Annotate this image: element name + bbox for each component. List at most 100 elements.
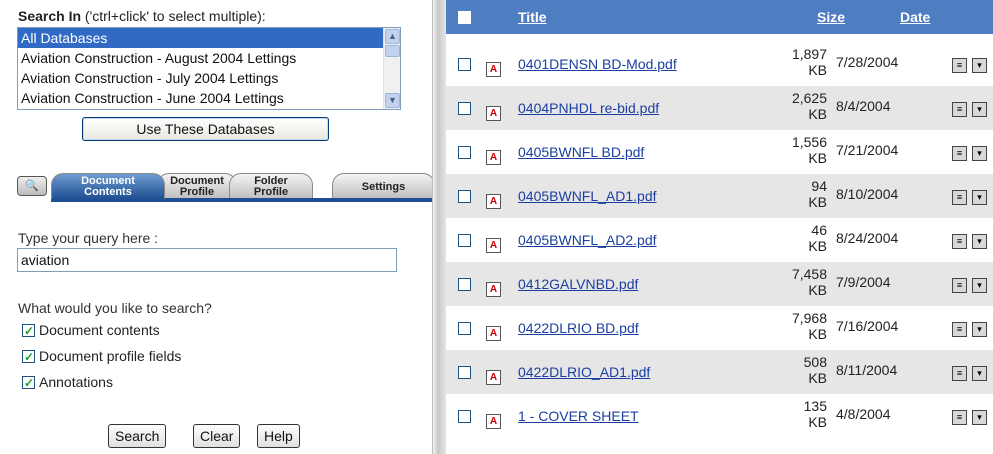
- row-checkbox[interactable]: [458, 366, 471, 379]
- pdf-file-icon: A: [486, 326, 501, 341]
- row-checkbox[interactable]: [458, 58, 471, 71]
- download-icon[interactable]: ▾: [972, 102, 987, 117]
- download-icon[interactable]: ▾: [972, 322, 987, 337]
- download-icon[interactable]: ▾: [972, 234, 987, 249]
- tab-document-contents[interactable]: Document Contents: [51, 173, 165, 199]
- download-icon[interactable]: ▾: [972, 410, 987, 425]
- option-label: Annotations: [39, 374, 113, 390]
- checkbox-checked[interactable]: [22, 348, 35, 366]
- file-link[interactable]: 0412GALVNBD.pdf: [518, 276, 638, 292]
- tab-label: Settings: [361, 181, 406, 193]
- view-properties-icon[interactable]: ≡: [952, 234, 967, 249]
- pdf-file-icon: A: [486, 238, 501, 253]
- row-checkbox[interactable]: [458, 146, 471, 159]
- file-link[interactable]: 0422DLRIO BD.pdf: [518, 320, 639, 336]
- tab-document-profile[interactable]: Document Profile: [157, 173, 237, 199]
- view-properties-icon[interactable]: ≡: [952, 366, 967, 381]
- tab-folder-profile[interactable]: Folder Profile: [229, 173, 313, 199]
- results-header: Title Size Date: [446, 0, 993, 34]
- size-value: 1,897: [791, 46, 827, 62]
- file-date: 8/10/2004: [836, 186, 899, 202]
- size-value: 2,625: [791, 90, 827, 106]
- size-unit: KB: [808, 282, 827, 298]
- option-document-profile-fields[interactable]: Document profile fields: [22, 347, 182, 366]
- database-option[interactable]: Aviation Construction - August 2004 Lett…: [18, 48, 384, 68]
- file-size: 508 KB: [777, 354, 827, 386]
- size-unit: KB: [808, 106, 827, 122]
- use-these-databases-button[interactable]: Use These Databases: [82, 117, 329, 141]
- clear-button[interactable]: Clear: [193, 424, 241, 448]
- query-input[interactable]: [17, 248, 397, 272]
- search-in-label: Search In ('ctrl+click' to select multip…: [18, 8, 266, 24]
- column-date[interactable]: Date: [900, 9, 930, 25]
- result-row: A 0404PNHDL re-bid.pdf 2,625 KB 8/4/2004 …: [446, 86, 993, 130]
- size-value: 46: [811, 222, 827, 238]
- size-unit: KB: [808, 370, 827, 386]
- option-document-contents[interactable]: Document contents: [22, 321, 160, 340]
- select-all-checkbox[interactable]: [458, 11, 471, 24]
- database-option[interactable]: Aviation Construction - June 2004 Lettin…: [18, 88, 384, 108]
- row-checkbox[interactable]: [458, 234, 471, 247]
- scroll-down-icon[interactable]: ▼: [385, 93, 400, 108]
- scroll-thumb[interactable]: [385, 45, 400, 57]
- help-button[interactable]: Help: [257, 424, 300, 448]
- document-file-icon: A: [486, 414, 501, 429]
- size-value: 7,968: [791, 310, 827, 326]
- download-icon[interactable]: ▾: [972, 190, 987, 205]
- row-checkbox[interactable]: [458, 410, 471, 423]
- checkbox-checked[interactable]: [22, 322, 35, 340]
- size-unit: KB: [808, 150, 827, 166]
- file-link[interactable]: 0422DLRIO_AD1.pdf: [518, 364, 650, 380]
- download-icon[interactable]: ▾: [972, 58, 987, 73]
- row-checkbox[interactable]: [458, 322, 471, 335]
- file-date: 7/28/2004: [836, 54, 899, 70]
- file-date: 8/4/2004: [836, 98, 891, 114]
- query-label: Type your query here :: [18, 230, 159, 246]
- view-properties-icon[interactable]: ≡: [952, 278, 967, 293]
- tab-label: Profile: [253, 186, 289, 198]
- search-button[interactable]: Search: [108, 424, 167, 448]
- file-link[interactable]: 0405BWNFL_AD2.pdf: [518, 232, 657, 248]
- file-link[interactable]: 0405BWNFL_AD1.pdf: [518, 188, 657, 204]
- binoculars-icon[interactable]: 🔍: [17, 176, 47, 196]
- row-checkbox[interactable]: [458, 190, 471, 203]
- pdf-file-icon: A: [486, 194, 501, 209]
- view-properties-icon[interactable]: ≡: [952, 146, 967, 161]
- pdf-file-icon: A: [486, 106, 501, 121]
- size-value: 135: [803, 398, 827, 414]
- view-properties-icon[interactable]: ≡: [952, 58, 967, 73]
- file-date: 7/21/2004: [836, 142, 899, 158]
- database-scrollbar[interactable]: ▲ ▼: [383, 28, 400, 109]
- size-value: 94: [811, 178, 827, 194]
- size-value: 508: [803, 354, 827, 370]
- size-unit: KB: [808, 326, 827, 342]
- file-link[interactable]: 0401DENSN BD-Mod.pdf: [518, 56, 677, 72]
- file-link[interactable]: 0405BWNFL BD.pdf: [518, 144, 644, 160]
- view-properties-icon[interactable]: ≡: [952, 190, 967, 205]
- view-properties-icon[interactable]: ≡: [952, 410, 967, 425]
- database-option[interactable]: All Databases: [18, 28, 384, 48]
- checkbox-checked[interactable]: [22, 374, 35, 392]
- file-size: 135 KB: [777, 398, 827, 430]
- result-row: A 0422DLRIO_AD1.pdf 508 KB 8/11/2004 ≡ ▾: [446, 350, 993, 394]
- tab-settings[interactable]: Settings: [332, 173, 435, 199]
- view-properties-icon[interactable]: ≡: [952, 322, 967, 337]
- search-scope-label: What would you like to search?: [18, 300, 212, 316]
- column-size[interactable]: Size: [817, 9, 845, 25]
- download-icon[interactable]: ▾: [972, 278, 987, 293]
- panel-divider[interactable]: [432, 0, 446, 454]
- download-icon[interactable]: ▾: [972, 146, 987, 161]
- column-title[interactable]: Title: [518, 9, 547, 25]
- scroll-up-icon[interactable]: ▲: [385, 29, 400, 44]
- database-listbox[interactable]: All Databases Aviation Construction - Au…: [17, 27, 401, 110]
- file-link[interactable]: 1 - COVER SHEET: [518, 408, 639, 424]
- row-checkbox[interactable]: [458, 278, 471, 291]
- download-icon[interactable]: ▾: [972, 366, 987, 381]
- option-annotations[interactable]: Annotations: [22, 373, 113, 392]
- option-label: Document profile fields: [39, 348, 182, 364]
- result-row: A 1 - COVER SHEET 135 KB 4/8/2004 ≡ ▾: [446, 394, 993, 438]
- view-properties-icon[interactable]: ≡: [952, 102, 967, 117]
- database-option[interactable]: Aviation Construction - July 2004 Lettin…: [18, 68, 384, 88]
- file-link[interactable]: 0404PNHDL re-bid.pdf: [518, 100, 659, 116]
- row-checkbox[interactable]: [458, 102, 471, 115]
